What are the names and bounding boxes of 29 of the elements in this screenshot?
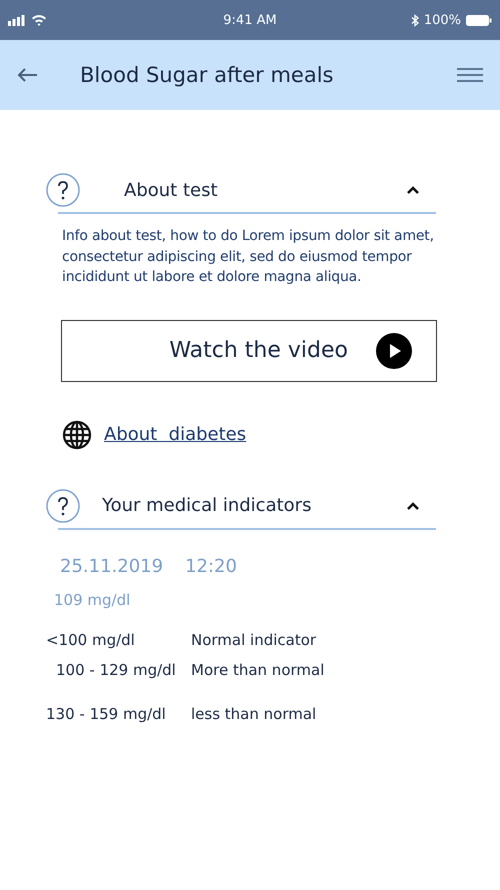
help-icon xyxy=(46,173,80,207)
range-value: 130 - 159 mg/dl xyxy=(46,704,167,722)
range-meaning: less than normal xyxy=(191,704,318,722)
info-text: Info about test, how to do Lorem ipsum dolor sit amet, consectetur adipiscing elit, sed do eiusmod tempor incididunt ut labore et dolore magna aliqua. xyxy=(62,227,435,287)
measurement-time: 12:20 xyxy=(185,556,237,576)
signal-icon xyxy=(8,14,26,26)
status-time: 9:41 AM xyxy=(223,12,277,28)
measurement-value: 109 mg/dl xyxy=(54,590,132,608)
section-title[interactable]: About test xyxy=(124,180,406,200)
globe-icon xyxy=(62,420,92,450)
section-title[interactable]: Your medical indicators xyxy=(102,495,406,516)
range-value: 100 - 129 mg/dl xyxy=(55,660,177,678)
battery-icon xyxy=(466,14,492,26)
menu-icon[interactable] xyxy=(456,67,484,83)
play-icon xyxy=(376,332,412,368)
chevron-icon[interactable] xyxy=(406,500,420,510)
range-value: <100 mg/dl xyxy=(46,630,136,648)
range-meaning: Normal indicator xyxy=(191,630,318,648)
help-icon xyxy=(46,488,80,522)
wifi-icon xyxy=(31,14,47,26)
measurement-date: 25.11.2019 xyxy=(60,556,164,576)
about-diabetes-link[interactable]: About diabetes xyxy=(104,424,246,445)
battery-percent: 100% xyxy=(424,12,461,28)
video-button[interactable]: Watch the video xyxy=(61,320,437,382)
page-title: Blood Sugar after meals xyxy=(80,63,334,87)
chevron-icon[interactable] xyxy=(406,185,420,195)
range-meaning: More than normal xyxy=(191,660,326,678)
bluetooth-icon xyxy=(410,14,419,26)
back-icon[interactable] xyxy=(16,67,38,83)
